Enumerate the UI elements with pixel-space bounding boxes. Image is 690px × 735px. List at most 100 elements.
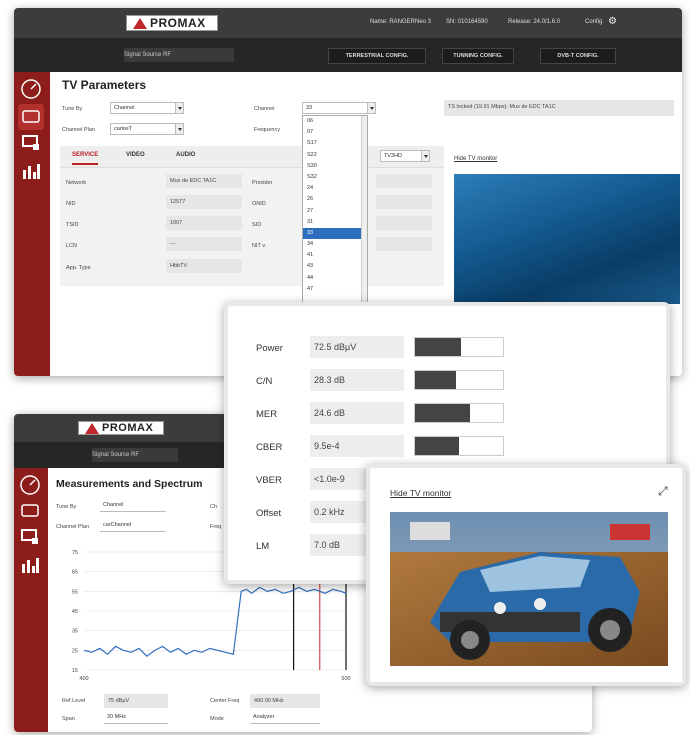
channel-plan-label-bottom: Channel Plan <box>56 524 90 530</box>
channel-label-bottom: Ch <box>210 504 218 510</box>
ts-status: TS locked (19.91 Mbps): Mux de EDC TA1C <box>444 100 674 116</box>
hide-tv-monitor-link-overlay[interactable]: Hide TV monitor <box>390 488 451 498</box>
channel-option[interactable]: 34 <box>303 239 367 250</box>
measurement-row: Power 72.5 dBµV <box>256 336 506 360</box>
channel-option[interactable]: 27 <box>303 206 367 217</box>
y-tick-label: 65 <box>72 570 78 576</box>
channel-option[interactable]: 07 <box>303 127 367 138</box>
channel-option[interactable]: 41 <box>303 250 367 261</box>
dropdown-scrollbar[interactable] <box>361 116 367 304</box>
channel-plan-select-bottom[interactable]: carChannel <box>100 520 166 532</box>
channel-option[interactable]: S17 <box>303 138 367 149</box>
tune-by-label-bottom: Tune By <box>56 504 77 510</box>
spectrum-trace <box>83 586 347 658</box>
nit-label: NIT v. <box>252 243 267 249</box>
config-link[interactable]: Config <box>585 19 602 25</box>
tv-monitor-picture <box>390 512 668 666</box>
span-select[interactable]: 20 MHz <box>104 712 168 724</box>
provider-value <box>376 174 432 188</box>
measurement-label: C/N <box>256 376 273 387</box>
y-tick-label: 45 <box>72 609 78 615</box>
channel-option[interactable]: 24 <box>303 183 367 194</box>
measurement-row: MER 24.6 dB <box>256 402 506 426</box>
onid-value <box>376 195 432 209</box>
release-version: Release: 24.0/1.6.0 <box>508 19 561 25</box>
measurement-value: 72.5 dBµV <box>310 336 404 358</box>
tune-by-select[interactable]: Channel <box>110 102 184 114</box>
signal-source[interactable]: Signal Source RF <box>124 52 171 58</box>
channel-option[interactable]: S32 <box>303 172 367 183</box>
promax-logo-bottom: PROMAX <box>78 421 164 435</box>
mode-label: Mode <box>210 716 224 722</box>
measurement-label: Offset <box>256 508 282 519</box>
serial-number: SN: 010164590 <box>446 19 488 25</box>
center-freq-value[interactable]: 490.00 MHz <box>250 694 320 708</box>
gauge-icon[interactable] <box>17 472 43 498</box>
channel-option[interactable]: 26 <box>303 194 367 205</box>
signal-source-bottom[interactable]: Signal Source RF <box>92 452 139 458</box>
gear-icon[interactable]: ⚙ <box>608 16 617 27</box>
tv-icon[interactable] <box>17 498 43 524</box>
tab-service[interactable]: SERVICE <box>72 152 99 165</box>
config-bar: Signal Source RF TERRESTRIAL CONFIG. TUN… <box>14 38 682 72</box>
gauge-icon[interactable] <box>18 76 44 102</box>
channel-option[interactable]: 06 <box>303 116 367 127</box>
frequency-label-bottom: Freq <box>210 524 222 530</box>
tab-audio[interactable]: AUDIO <box>176 152 195 158</box>
center-freq-label: Center Freq <box>210 698 240 704</box>
channel-plan-select[interactable]: carlosT <box>110 123 184 135</box>
measurement-bar <box>414 370 504 390</box>
y-tick-label: 55 <box>72 589 78 595</box>
app-type-label: App. Type <box>66 265 91 271</box>
tab-terrestrial-config[interactable]: TERRESTRIAL CONFIG. <box>328 48 426 64</box>
page-title: TV Parameters <box>62 78 147 92</box>
channel-option[interactable]: 43 <box>303 261 367 272</box>
onid-label: ONID <box>252 201 266 207</box>
measurement-label: MER <box>256 409 278 420</box>
channel-option[interactable]: 33 <box>303 227 367 240</box>
measurement-label: CBER <box>256 442 283 453</box>
tab-video[interactable]: VIDEO <box>126 152 145 158</box>
bar-chart-icon[interactable] <box>18 158 44 184</box>
measurement-bar-fill <box>415 338 461 356</box>
tab-tuning-config[interactable]: TUNNING CONFIG. <box>442 48 514 64</box>
channel-option[interactable]: S22 <box>303 150 367 161</box>
channel-option[interactable]: S30 <box>303 161 367 172</box>
tune-by-select-bottom[interactable]: Channel <box>100 500 166 512</box>
channel-option[interactable]: 44 <box>303 273 367 284</box>
channel-dropdown-list[interactable]: 06 07 S17 S22 S30 S32 24 26 27 31 33 34 41 43 44 47 <box>302 115 368 305</box>
tab-dvbt-config[interactable]: DVB-T CONFIG. <box>540 48 616 64</box>
x-tick-label: 400 <box>79 676 88 682</box>
measurement-label: VBER <box>256 475 282 486</box>
sid-value <box>376 216 432 230</box>
service-select[interactable]: TV3HD <box>380 150 430 162</box>
measurement-value: 24.6 dB <box>310 402 404 424</box>
x-tick-label: 500 <box>341 676 350 682</box>
tv-monitor-video <box>454 174 680 304</box>
lcn-label: LCN <box>66 243 78 249</box>
measurement-bar-fill <box>415 371 457 389</box>
main-sidebar <box>14 72 50 376</box>
channel-option[interactable]: 31 <box>303 217 367 228</box>
hide-tv-monitor-link[interactable]: Hide TV monitor <box>454 156 497 162</box>
measurement-label: Power <box>256 343 283 354</box>
channel-plan-label: Channel Plan <box>62 127 96 133</box>
channel-select[interactable]: 33 <box>302 102 376 114</box>
monitor-icon[interactable] <box>17 524 43 550</box>
top-header-bar: PROMAX Name: RANGERNeo 3 SN: 010164590 R… <box>14 8 682 38</box>
measurement-bar <box>414 436 504 456</box>
tv-icon[interactable] <box>18 104 44 130</box>
bar-chart-icon[interactable] <box>17 552 43 578</box>
y-tick-label: 35 <box>72 629 78 635</box>
monitor-icon[interactable] <box>18 130 44 156</box>
mode-select[interactable]: Analyzer <box>250 712 320 724</box>
promax-logo: PROMAX <box>126 15 218 31</box>
network-label: Network <box>66 180 87 186</box>
measurement-value: 9.5e-4 <box>310 435 404 457</box>
measurement-bar <box>414 403 504 423</box>
channel-option[interactable]: 47 <box>303 284 367 295</box>
ref-level-value[interactable]: 75 dBµV <box>104 694 168 708</box>
fullscreen-icon[interactable]: ⤢ <box>658 484 668 499</box>
measurement-row: CBER 9.5e-4 <box>256 435 506 459</box>
app-type-value: HbbTV <box>166 259 242 273</box>
